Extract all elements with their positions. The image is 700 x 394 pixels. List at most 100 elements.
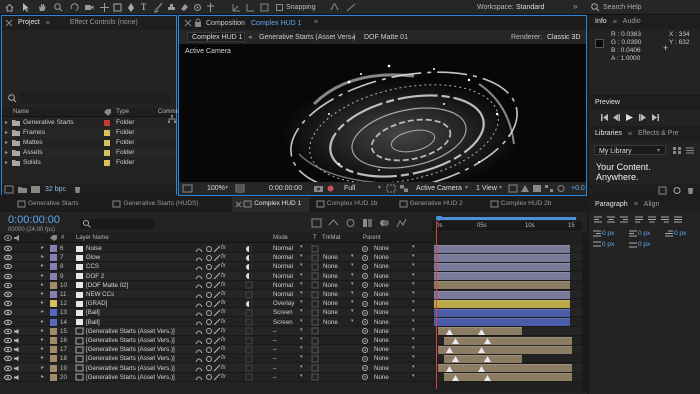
layer-name[interactable]: CCS <box>86 263 99 270</box>
hand-tool-icon[interactable] <box>38 3 46 12</box>
layer-duration-bar[interactable] <box>434 299 570 308</box>
preserve-transparency-icon[interactable] <box>311 327 319 335</box>
tab-paragraph[interactable]: Paragraph <box>589 198 634 212</box>
layer-parent[interactable]: None <box>374 365 389 372</box>
layer-duration-bar[interactable] <box>444 373 572 382</box>
keyframe-icon[interactable] <box>484 338 491 344</box>
breadcrumb-generative-starts[interactable]: Generative Starts (Asset Vers.) <box>259 34 355 41</box>
pick-whip-icon[interactable] <box>362 328 368 335</box>
shy-switch-icon[interactable] <box>195 328 203 335</box>
collapse-switch-icon[interactable] <box>206 263 212 270</box>
preserve-transparency-icon[interactable] <box>311 291 319 298</box>
preserve-transparency-icon[interactable] <box>311 245 319 252</box>
visibility-eye-icon[interactable] <box>4 346 12 353</box>
audio-speaker-icon[interactable] <box>14 365 21 371</box>
adjustment-switch-icon[interactable] <box>245 373 253 381</box>
chevron-down-icon[interactable]: ▾ <box>300 300 303 305</box>
toggle-pixel-aspect-icon[interactable] <box>508 184 518 193</box>
effects-switch-icon[interactable]: fx <box>221 245 226 251</box>
brush-tool-icon[interactable] <box>154 2 163 13</box>
list-view-icon[interactable] <box>686 147 694 154</box>
chevron-down-icon[interactable]: ▾ <box>465 185 468 191</box>
grid-view-icon[interactable] <box>673 147 681 154</box>
pick-whip-icon[interactable] <box>362 273 368 280</box>
chevron-down-icon[interactable]: ▾ <box>300 327 303 333</box>
expand-arrow-icon[interactable]: ▸ <box>5 160 8 166</box>
effects-switch-icon[interactable]: fx <box>221 254 226 260</box>
layer-row[interactable]: ▸ 6 Noise fx Normal ▾ None ▾ <box>0 244 582 253</box>
collapse-switch-icon[interactable] <box>206 254 212 261</box>
visibility-eye-icon[interactable] <box>4 374 12 380</box>
viewer-timecode[interactable]: 0:00:00:00 <box>269 185 302 192</box>
label-color-swatch[interactable] <box>50 346 57 354</box>
pick-whip-icon[interactable] <box>362 309 368 316</box>
effects-switch-icon[interactable]: fx <box>221 282 226 288</box>
collapse-switch-icon[interactable] <box>206 282 212 289</box>
chevron-down-icon[interactable]: ▾ <box>300 337 303 342</box>
justify-center-icon[interactable] <box>648 216 656 223</box>
preserve-transparency-icon[interactable] <box>311 272 319 280</box>
chevron-down-icon[interactable]: ▾ <box>300 254 303 259</box>
zoom-select[interactable]: 100% <box>207 185 225 192</box>
layer-name[interactable]: Noise <box>86 245 102 252</box>
next-frame-icon[interactable] <box>639 114 646 121</box>
chevron-down-icon[interactable]: ▾ <box>499 185 502 191</box>
preserve-transparency-icon[interactable] <box>311 346 319 354</box>
chevron-down-icon[interactable]: ▾ <box>300 318 303 324</box>
effects-switch-icon[interactable]: fx <box>221 374 226 380</box>
tab-info[interactable]: Info <box>589 15 613 29</box>
timeline-search-input[interactable] <box>80 219 155 229</box>
project-item[interactable]: ▸ Assets Folder <box>2 148 176 158</box>
motion-blur-icon[interactable] <box>380 219 389 227</box>
expand-arrow-icon[interactable]: ▸ <box>41 346 44 352</box>
adjustment-switch-icon[interactable] <box>245 355 253 363</box>
effects-switch-icon[interactable]: fx <box>221 309 226 315</box>
label-color-swatch[interactable] <box>104 150 110 156</box>
sync-icon[interactable] <box>673 187 681 194</box>
transparency-grid-icon[interactable] <box>400 185 408 192</box>
layer-mode[interactable]: Normal <box>273 245 293 252</box>
layer-parent[interactable]: None <box>374 245 389 252</box>
layer-duration-bar[interactable] <box>434 272 570 281</box>
project-item[interactable]: ▸ Mattes Folder <box>2 138 176 148</box>
space-before-field[interactable]: 0 px <box>602 241 614 249</box>
view-axis-icon[interactable] <box>260 3 269 12</box>
visibility-eye-icon[interactable] <box>4 328 12 334</box>
layer-row[interactable]: ▸ 10 [DOF Matte 02] fx Normal ▾ None ▾ N… <box>0 280 582 290</box>
layer-mode[interactable]: Normal <box>273 291 293 298</box>
layer-duration-bar[interactable] <box>434 318 570 327</box>
layer-duration-bar[interactable] <box>434 244 570 253</box>
layer-row[interactable]: ▸ 8 CCS fx Normal ▾ None ▾ None ▾ <box>0 262 582 272</box>
current-time-indicator[interactable] <box>436 221 437 389</box>
adjustment-switch-icon[interactable] <box>246 273 252 280</box>
layer-name[interactable]: [DOF Matte 02] <box>86 282 128 289</box>
adjustment-switch-icon[interactable] <box>246 245 252 252</box>
renderer-value[interactable]: Classic 3D <box>547 34 580 41</box>
effects-switch-icon[interactable]: fx <box>221 273 226 279</box>
rectangle-tool-icon[interactable] <box>113 3 122 12</box>
layer-duration-bar[interactable] <box>444 336 572 345</box>
adjustment-switch-icon[interactable] <box>245 318 253 326</box>
chevron-down-icon[interactable]: ▾ <box>300 346 303 351</box>
selection-tool-icon[interactable] <box>22 3 30 12</box>
layer-mode[interactable]: – <box>273 365 276 372</box>
keyframe-icon[interactable] <box>452 356 459 363</box>
breadcrumb-dof-matte[interactable]: DOF Matte 01 <box>364 34 408 41</box>
flowchart-icon[interactable] <box>545 185 553 192</box>
lock-icon[interactable] <box>195 18 201 27</box>
layer-trkmat[interactable]: None <box>323 300 338 307</box>
layer-parent[interactable]: None <box>374 282 389 289</box>
expand-arrow-icon[interactable]: ▸ <box>5 140 8 146</box>
effects-switch-icon[interactable]: fx <box>221 319 226 325</box>
audio-speaker-icon[interactable] <box>14 328 21 334</box>
preserve-transparency-icon[interactable] <box>311 318 319 326</box>
chevron-down-icon[interactable]: ▾ <box>351 318 354 324</box>
effects-switch-icon[interactable]: fx <box>221 346 226 352</box>
shy-switch-icon[interactable] <box>195 319 203 326</box>
chevron-down-icon[interactable]: ▾ <box>412 337 415 342</box>
type-tool-icon[interactable]: T <box>141 3 147 12</box>
pick-whip-icon[interactable] <box>362 300 368 307</box>
bpc-toggle[interactable]: 32 bpc <box>45 186 66 193</box>
timeline-tab[interactable]: Complex HUD 2b <box>485 197 566 212</box>
tab-effects-presets[interactable]: Effects & Pre <box>632 127 685 141</box>
